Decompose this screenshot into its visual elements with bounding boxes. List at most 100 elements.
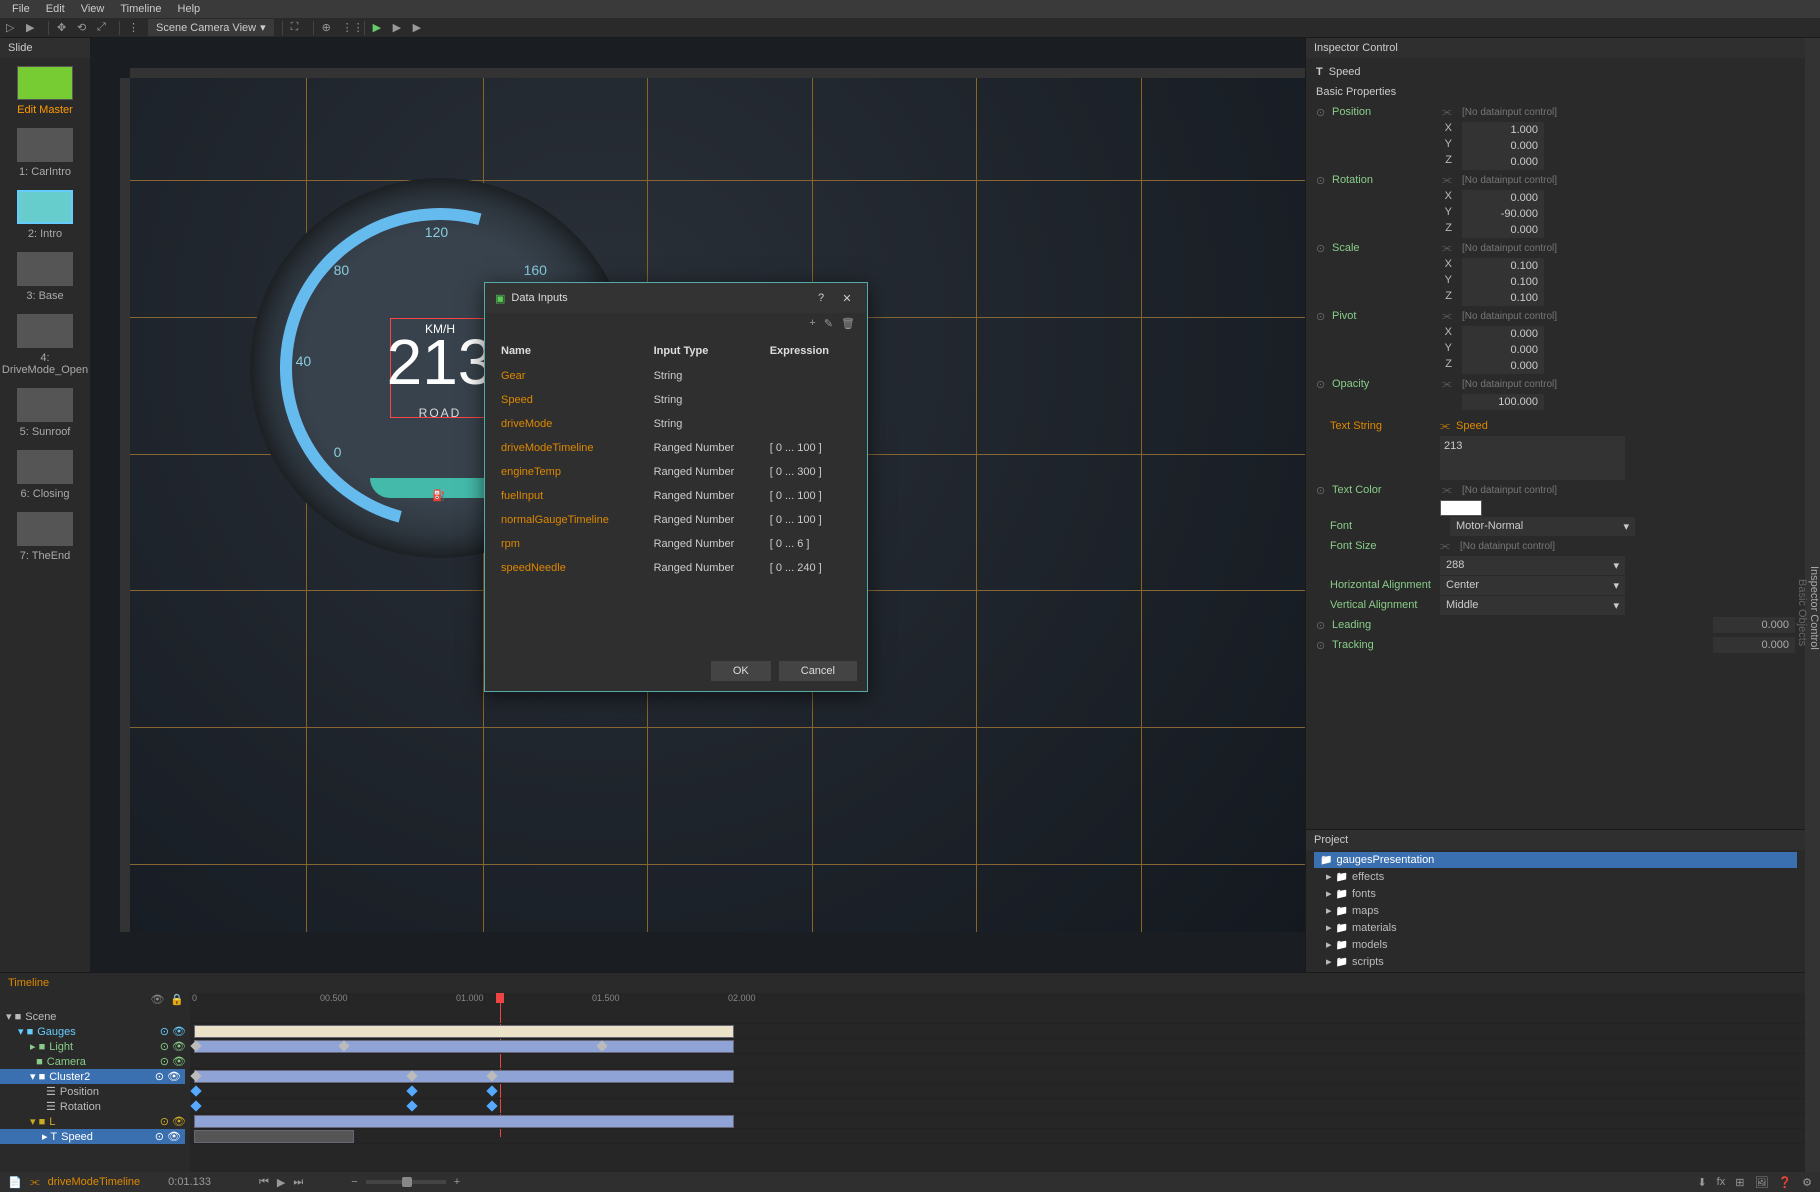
delete-button[interactable]: 🗑 <box>841 317 855 333</box>
opacity-val[interactable]: 100.000 <box>1462 394 1544 410</box>
tl-speed[interactable]: ▸ T Speed⊙ 👁 <box>0 1129 185 1144</box>
folder-fonts[interactable]: ▸ fonts <box>1314 885 1797 902</box>
link-icon[interactable]: ⊙ <box>1316 378 1328 391</box>
grid-icon[interactable]: ⋮⋮ <box>342 21 356 35</box>
track-bar[interactable] <box>194 1025 734 1038</box>
font-select[interactable]: Motor-Normal▾ <box>1450 517 1635 536</box>
camera-select[interactable]: Scene Camera View ▾ <box>148 19 274 36</box>
visibility-icon[interactable]: 👁 <box>150 993 164 1009</box>
rot-y[interactable]: -90.000 <box>1462 206 1544 222</box>
fit-icon[interactable]: ⛶ <box>291 21 305 35</box>
scale-z[interactable]: 0.100 <box>1462 290 1544 306</box>
folder-models[interactable]: ▸ models <box>1314 936 1797 953</box>
pivot-x[interactable]: 0.000 <box>1462 326 1544 342</box>
datainput-icon[interactable]: ⫘ <box>1442 310 1454 323</box>
slide-2[interactable]: 2: Intro <box>0 182 90 244</box>
leading-val[interactable]: 0.000 <box>1713 617 1795 633</box>
tracking-val[interactable]: 0.000 <box>1713 637 1795 653</box>
datainput-icon[interactable]: ⫘ <box>30 1176 40 1189</box>
link-icon[interactable]: ⊙ <box>1316 242 1328 255</box>
dialog-help[interactable]: ? <box>811 292 831 304</box>
next-button[interactable]: ⏭ <box>293 1176 303 1189</box>
folder-effects[interactable]: ▸ effects <box>1314 868 1797 885</box>
project-root[interactable]: gaugesPresentation <box>1314 852 1797 868</box>
edit-button[interactable]: ✎ <box>824 317 833 333</box>
tl-cluster2[interactable]: ▾ ■ Cluster2⊙ 👁 <box>0 1069 185 1084</box>
slide-3[interactable]: 3: Base <box>0 244 90 306</box>
tl-rotation[interactable]: ☰ Rotation <box>0 1099 190 1114</box>
table-row[interactable]: fuelInputRanged Number[ 0 ... 100 ] <box>499 485 853 507</box>
slide-1[interactable]: 1: CarIntro <box>0 120 90 182</box>
datainput-icon[interactable]: ⫘ <box>1442 378 1454 391</box>
dialog-close[interactable]: ✕ <box>837 292 857 305</box>
globe-icon[interactable]: ⊕ <box>322 21 336 35</box>
track-bar[interactable] <box>194 1070 734 1083</box>
zoom-slider[interactable] <box>366 1180 446 1184</box>
link-icon[interactable]: ⊙ <box>1316 639 1328 652</box>
prev-button[interactable]: ⏮ <box>259 1176 269 1189</box>
folder-maps[interactable]: ▸ maps <box>1314 902 1797 919</box>
track-bar[interactable] <box>194 1040 734 1053</box>
arrow2-icon[interactable]: ▶ <box>26 21 40 35</box>
lock-icon[interactable]: 🔒 <box>170 993 184 1009</box>
scale-icon[interactable]: ⤢ <box>97 21 111 35</box>
link-icon[interactable]: ⊙ <box>1316 484 1328 497</box>
valign-select[interactable]: Middle▾ <box>1440 596 1625 615</box>
settings-icon[interactable]: ⚙ <box>1802 1176 1812 1189</box>
dots-icon[interactable]: ⋮ <box>128 21 142 35</box>
datainput-icon[interactable]: ⫘ <box>1440 540 1452 553</box>
datainput-icon[interactable]: ⫘ <box>1442 106 1454 119</box>
table-row[interactable]: normalGaugeTimelineRanged Number[ 0 ... … <box>499 509 853 531</box>
datainput-icon[interactable]: ⫘ <box>1442 242 1454 255</box>
rotate-icon[interactable]: ⟲ <box>77 21 91 35</box>
timeline-tracks[interactable]: 0 00.500 01.000 01.500 02.000 <box>190 993 1805 1172</box>
slide-7[interactable]: 7: TheEnd <box>0 504 90 566</box>
link-icon[interactable]: ⊙ <box>1316 174 1328 187</box>
tl-l[interactable]: ▾ ■ L⊙ 👁 <box>0 1114 190 1129</box>
col-expr[interactable]: Expression <box>768 339 853 363</box>
table-row[interactable]: GearString <box>499 365 853 387</box>
link-icon[interactable]: ⊙ <box>1316 106 1328 119</box>
menu-edit[interactable]: Edit <box>38 3 73 15</box>
tab-inspector[interactable]: Inspector Control <box>1808 44 1820 1172</box>
rot-x[interactable]: 0.000 <box>1462 190 1544 206</box>
table-row[interactable]: driveModeString <box>499 413 853 435</box>
table-row[interactable]: SpeedString <box>499 389 853 411</box>
scale-x[interactable]: 0.100 <box>1462 258 1544 274</box>
tl-position[interactable]: ☰ Position <box>0 1084 190 1099</box>
menu-timeline[interactable]: Timeline <box>112 3 169 15</box>
pos-z[interactable]: 0.000 <box>1462 154 1544 170</box>
tl-gauges[interactable]: ▾ ■ Gauges⊙ 👁 <box>0 1024 190 1039</box>
timeline-ruler[interactable]: 0 00.500 01.000 01.500 02.000 <box>190 993 1805 1009</box>
menu-file[interactable]: File <box>4 3 38 15</box>
link-icon[interactable]: ⊙ <box>1316 310 1328 323</box>
textstring-link[interactable]: Speed <box>1456 420 1488 432</box>
tool1-icon[interactable]: ⊞ <box>1735 1176 1744 1189</box>
folder-scripts[interactable]: ▸ scripts <box>1314 953 1797 970</box>
table-row[interactable]: speedNeedleRanged Number[ 0 ... 240 ] <box>499 557 853 579</box>
tl-light[interactable]: ▸ ■ Light⊙ 👁 <box>0 1039 190 1054</box>
menu-help[interactable]: Help <box>170 3 209 15</box>
datainput-icon[interactable]: ⫘ <box>1442 484 1454 497</box>
slide-6[interactable]: 6: Closing <box>0 442 90 504</box>
menu-view[interactable]: View <box>73 3 113 15</box>
zoom-in[interactable]: + <box>454 1176 460 1188</box>
folder-materials[interactable]: ▸ materials <box>1314 919 1797 936</box>
add-button[interactable]: + <box>809 317 815 333</box>
help-icon[interactable]: ❓ <box>1778 1176 1792 1189</box>
slide-edit-master[interactable]: Edit Master <box>0 58 90 120</box>
datainput-icon[interactable]: ⫘ <box>1440 420 1452 433</box>
col-type[interactable]: Input Type <box>652 339 766 363</box>
pos-x[interactable]: 1.000 <box>1462 122 1544 138</box>
datainput-icon[interactable]: ⫘ <box>1442 174 1454 187</box>
table-row[interactable]: engineTempRanged Number[ 0 ... 300 ] <box>499 461 853 483</box>
ok-button[interactable]: OK <box>711 661 771 681</box>
arrow-icon[interactable]: ▷ <box>6 21 20 35</box>
table-row[interactable]: driveModeTimelineRanged Number[ 0 ... 10… <box>499 437 853 459</box>
tl-scene[interactable]: ▾ ■ Scene <box>0 1009 190 1024</box>
halign-select[interactable]: Center▾ <box>1440 576 1625 595</box>
textstring-val[interactable]: 213 <box>1440 436 1625 480</box>
tl-camera[interactable]: ■ Camera⊙ 👁 <box>0 1054 190 1069</box>
table-row[interactable]: rpmRanged Number[ 0 ... 6 ] <box>499 533 853 555</box>
export-icon[interactable]: ⬇ <box>1697 1176 1706 1189</box>
